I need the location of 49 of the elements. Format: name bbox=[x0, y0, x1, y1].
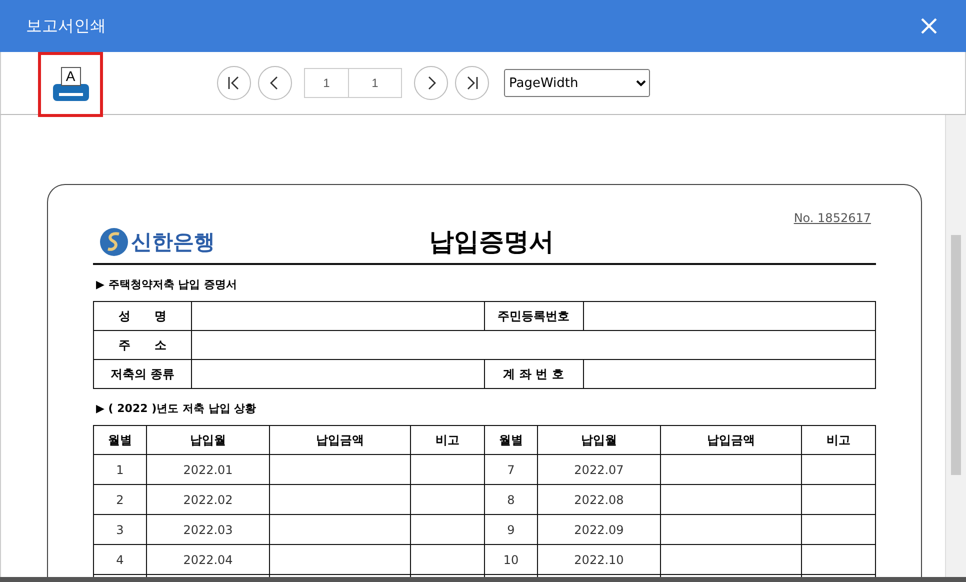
table-header-cell: 주 소 bbox=[94, 330, 192, 360]
next-page-button[interactable] bbox=[414, 66, 448, 100]
table-cell: 10 bbox=[484, 544, 538, 574]
document-title: 납입증명서 bbox=[429, 226, 554, 258]
table-cell: 2 bbox=[94, 484, 146, 514]
last-page-button[interactable] bbox=[455, 66, 489, 100]
column-header: 납입월 bbox=[537, 426, 660, 454]
section-heading: ▶ 주택청약저축 납입 증명서 bbox=[96, 277, 238, 292]
print-button[interactable]: A bbox=[38, 52, 103, 116]
column-header: 비고 bbox=[410, 426, 484, 454]
table-cell: 3 bbox=[94, 514, 146, 544]
table-cell: 2022.07 bbox=[537, 454, 660, 484]
column-header: 월별 bbox=[94, 426, 146, 454]
table-header-cell: 계 좌 번 호 bbox=[484, 360, 583, 388]
bank-name: 신한은행 bbox=[131, 228, 215, 256]
table-cell: 2022.04 bbox=[146, 544, 270, 574]
table-header-cell: 주민등록번호 bbox=[484, 302, 583, 330]
page-number-field[interactable]: 1 bbox=[304, 68, 349, 98]
certificate-number: No. 1852617 bbox=[792, 211, 871, 225]
previous-page-button[interactable] bbox=[258, 66, 292, 100]
section-heading: ▶ ( 2022 )년도 저축 납입 상황 bbox=[96, 401, 258, 416]
table-cell: 7 bbox=[484, 454, 538, 484]
table-cell: 8 bbox=[484, 484, 538, 514]
table-cell: 2022.02 bbox=[146, 484, 270, 514]
column-header: 월별 bbox=[484, 426, 538, 454]
close-icon[interactable] bbox=[920, 17, 938, 35]
scrollbar[interactable] bbox=[945, 115, 966, 577]
table-cell: 4 bbox=[94, 544, 146, 574]
column-header: 납입금액 bbox=[660, 426, 802, 454]
column-header: 비고 bbox=[801, 426, 876, 454]
bank-logo-icon bbox=[99, 226, 129, 256]
printer-icon bbox=[52, 82, 88, 102]
scrollbar-thumb[interactable] bbox=[951, 235, 961, 475]
column-header: 납입금액 bbox=[270, 426, 410, 454]
paper-letter: A bbox=[60, 66, 80, 86]
table-header-cell: 성 명 bbox=[94, 302, 192, 330]
table-cell: 1 bbox=[94, 454, 146, 484]
table-cell: 2022.03 bbox=[146, 514, 270, 544]
table-cell: 2022.01 bbox=[146, 454, 270, 484]
first-page-button[interactable] bbox=[217, 66, 251, 100]
column-header: 납입월 bbox=[146, 426, 270, 454]
table-cell: 2022.08 bbox=[537, 484, 660, 514]
zoom-select[interactable]: PageWidth bbox=[504, 69, 650, 97]
window-title: 보고서인쇄 bbox=[26, 16, 106, 36]
table-cell: 2022.09 bbox=[537, 514, 660, 544]
table-header-cell: 저축의 종류 bbox=[94, 360, 192, 388]
table-cell: 2022.10 bbox=[537, 544, 660, 574]
page-number-field[interactable]: 1 bbox=[349, 68, 402, 98]
table-cell: 9 bbox=[484, 514, 538, 544]
